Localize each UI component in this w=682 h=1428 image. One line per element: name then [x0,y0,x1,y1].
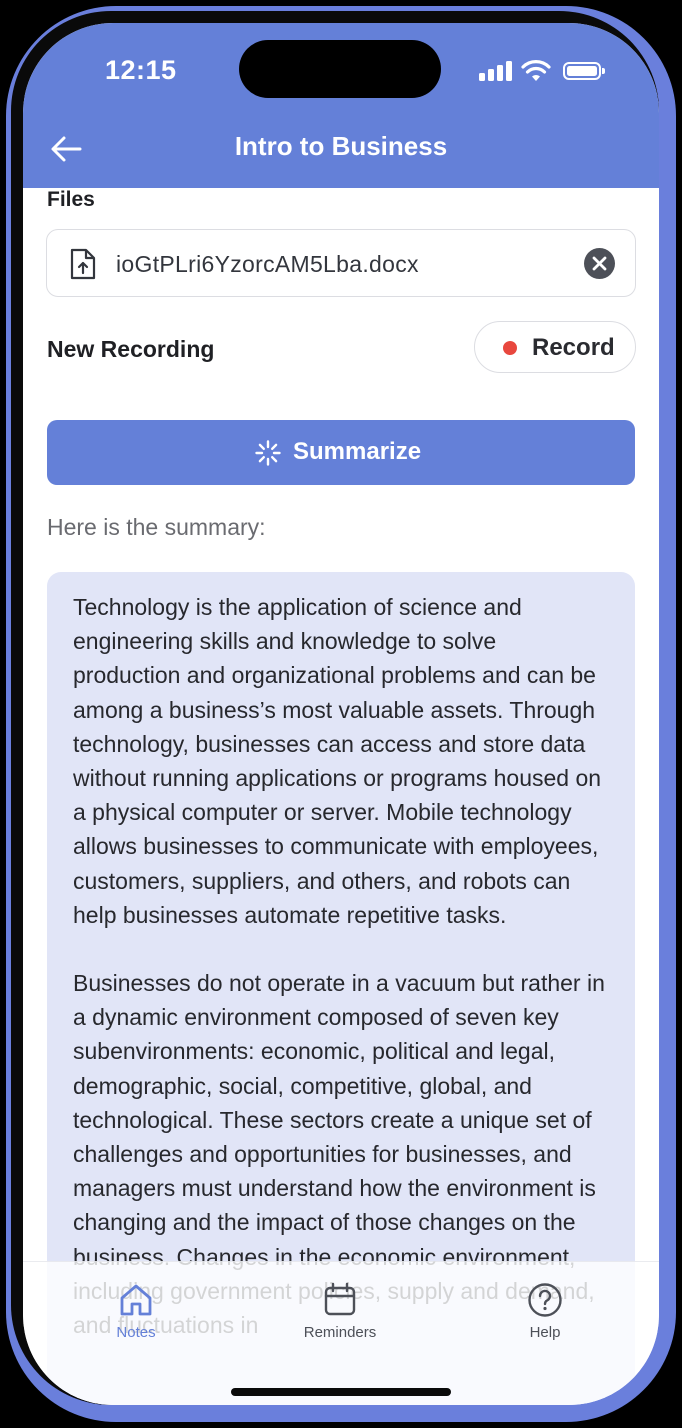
summarize-button[interactable]: Summarize [47,420,635,485]
battery-icon [563,62,605,80]
remove-file-button[interactable] [584,248,615,279]
summarize-label: Summarize [293,438,422,465]
calendar-icon [324,1282,356,1316]
summary-paragraph: Technology is the application of science… [73,594,602,928]
file-upload-icon [70,248,96,280]
dynamic-island [239,40,441,98]
status-icons [479,59,609,83]
tab-bar: Notes Reminders Help [23,1261,659,1405]
help-circle-icon [528,1283,562,1317]
loading-spinner-icon [255,440,281,466]
record-dot-icon [503,341,517,355]
close-icon [592,256,607,271]
status-time: 12:15 [105,55,177,85]
home-indicator[interactable] [231,1388,451,1396]
home-icon [120,1284,152,1316]
new-recording-label: New Recording [47,336,215,362]
main-content: Files ioGtPLri6YzorcAM5Lba.docx New Reco… [23,188,659,1405]
summary-intro: Here is the summary: [47,514,266,540]
tab-notes-label: Notes [116,1324,156,1341]
record-button[interactable]: Record [474,321,636,373]
tab-reminders[interactable]: Reminders [280,1282,400,1362]
wifi-icon [521,60,551,81]
tab-reminders-label: Reminders [303,1324,377,1341]
app-header: 12:15 Intro to Business [23,23,659,188]
files-label: Files [47,188,95,211]
tab-notes[interactable]: Notes [76,1282,196,1362]
phone-screen: 12:15 Intro to Business Files ioGtPLri6Y… [23,23,659,1405]
page-title: Intro to Business [234,131,448,161]
tab-help-label: Help [529,1324,561,1341]
record-button-label: Record [532,334,615,361]
file-name: ioGtPLri6YzorcAM5Lba.docx [116,251,419,277]
cellular-signal-icon [479,59,513,83]
tab-help[interactable]: Help [485,1282,605,1362]
attached-file[interactable]: ioGtPLri6YzorcAM5Lba.docx [46,229,636,297]
